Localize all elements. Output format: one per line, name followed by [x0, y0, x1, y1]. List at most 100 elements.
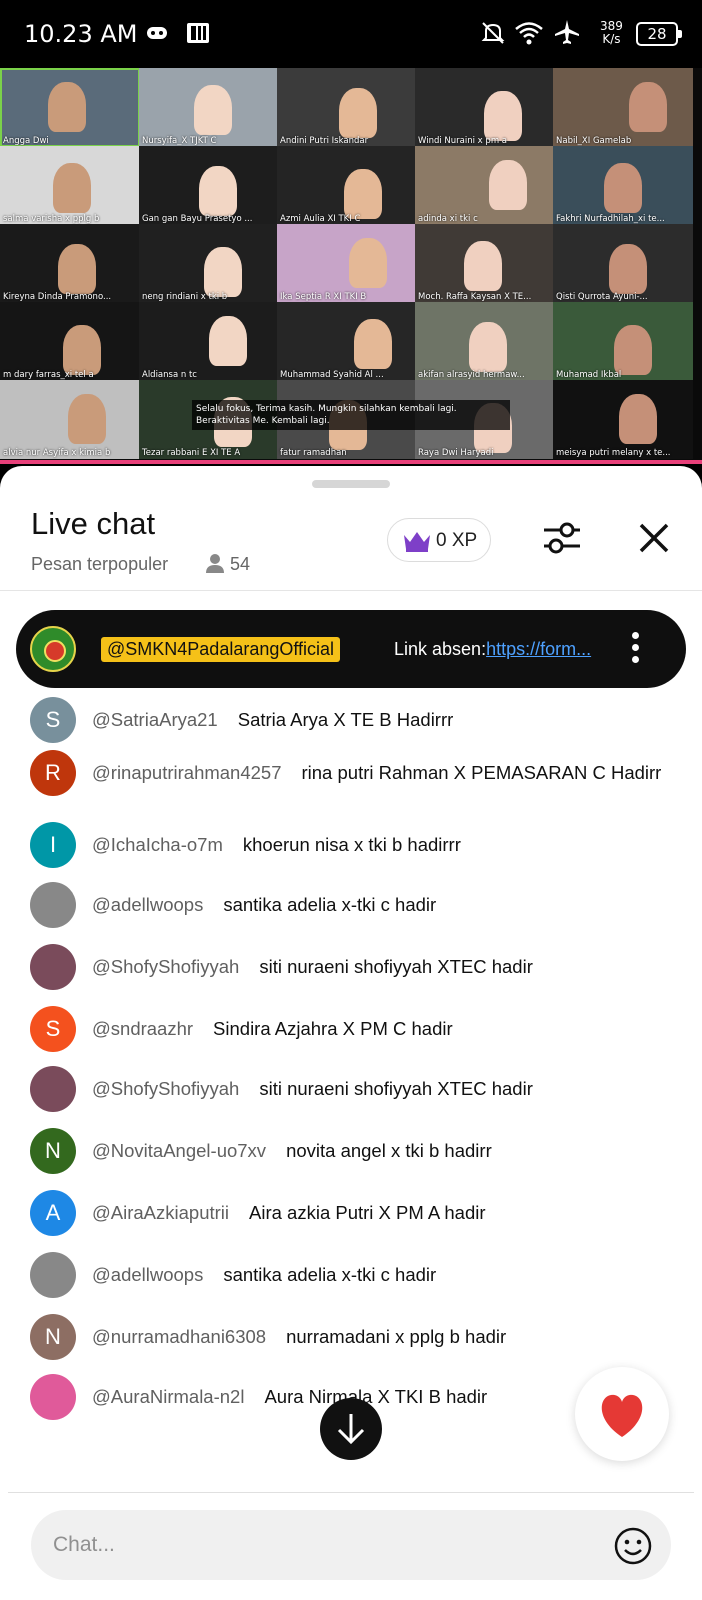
- participant-tile[interactable]: neng rindiani x tki b: [139, 224, 279, 303]
- participant-tile[interactable]: Andini Putri Iskandar: [277, 68, 417, 147]
- message-body: @AiraAzkiaputrii Aira azkia Putri X PM A …: [92, 1201, 682, 1224]
- participant-name: Muhammad Syahid Al ...: [280, 370, 384, 380]
- avatar[interactable]: [30, 1066, 76, 1112]
- participant-tile[interactable]: Kireyna Dinda Pramono...: [0, 224, 140, 303]
- message-text: novita angel x tki b hadirr: [286, 1140, 492, 1161]
- avatar[interactable]: [30, 1252, 76, 1298]
- participant-tile[interactable]: Nabil_XI Gamelab: [553, 68, 693, 147]
- viewer-count: 54: [230, 554, 251, 574]
- participant-tile[interactable]: Qisti Qurrota Ayuni-...: [553, 224, 693, 303]
- close-button[interactable]: [632, 516, 676, 560]
- pinned-link[interactable]: https://form...: [486, 639, 591, 659]
- filter-button[interactable]: [540, 516, 584, 560]
- participant-name: Moch. Raffa Kaysan X TE...: [418, 292, 532, 302]
- crown-icon: [402, 529, 432, 558]
- participant-name: Azmi Aulia XI TKI C: [280, 214, 361, 224]
- message-author[interactable]: @adellwoops: [92, 894, 203, 915]
- message-author[interactable]: @ShofyShofiyyah: [92, 956, 239, 977]
- message-author[interactable]: @AuraNirmala-n2l: [92, 1386, 244, 1407]
- avatar[interactable]: A: [30, 1190, 76, 1236]
- chat-mode-label[interactable]: Pesan terpopuler: [31, 554, 168, 575]
- scroll-to-bottom-button[interactable]: [320, 1398, 382, 1460]
- participant-tile[interactable]: m dary farras_xi tel a: [0, 302, 140, 381]
- participant-name: Ika Septia R XI TKI B: [280, 292, 367, 302]
- avatar[interactable]: S: [30, 697, 76, 743]
- avatar[interactable]: [30, 882, 76, 928]
- pinned-author[interactable]: @SMKN4PadalarangOfficial: [101, 637, 341, 662]
- xp-badge[interactable]: 0 XP: [387, 518, 491, 562]
- avatar[interactable]: [30, 1374, 76, 1420]
- participant-tile[interactable]: salma varisha x pplg b: [0, 146, 140, 225]
- participant-tile[interactable]: Angga Dwi: [0, 68, 140, 147]
- wifi-icon: [514, 20, 544, 52]
- participant-tile[interactable]: Fakhri Nurfadhilah_xi te...: [553, 146, 693, 225]
- message-author[interactable]: @nurramadhani6308: [92, 1326, 266, 1347]
- participant-name: salma varisha x pplg b: [3, 214, 100, 224]
- participant-name: Fakhri Nurfadhilah_xi te...: [556, 214, 665, 224]
- message-list[interactable]: @adellwoops santika adelia x-tki c hadir S…: [0, 652, 702, 1482]
- message-text: khoerun nisa x tki b hadirrr: [242, 834, 461, 855]
- message-text: santika adelia x-tki c hadir: [223, 1264, 437, 1285]
- speed-unit: K/s: [602, 32, 621, 46]
- participant-tile[interactable]: Moch. Raffa Kaysan X TE...: [415, 224, 555, 303]
- chat-input[interactable]: [53, 1528, 573, 1562]
- drag-handle[interactable]: [312, 480, 390, 488]
- message-body: @NovitaAngel-uo7xv novita angel x tki b h…: [92, 1139, 682, 1162]
- participant-tile[interactable]: Muhammad Syahid Al ...: [277, 302, 417, 381]
- message-body: @SatriaArya21 Satria Arya X TE B Hadirrr: [92, 708, 682, 731]
- participant-name: Tezar rabbani E XI TE A: [142, 448, 241, 458]
- avatar[interactable]: [30, 944, 76, 990]
- participant-video: [344, 169, 382, 219]
- participant-tile[interactable]: Azmi Aulia XI TKI C: [277, 146, 417, 225]
- participant-video: [58, 244, 96, 294]
- participant-tile[interactable]: adinda xi tki c: [415, 146, 555, 225]
- message-author[interactable]: @SatriaArya21: [92, 709, 218, 730]
- participant-tile[interactable]: alvia nur Asyifa x kimia b: [0, 380, 140, 459]
- emoji-icon[interactable]: [613, 1526, 653, 1566]
- message-author[interactable]: @rinaputrirahman4257: [92, 762, 282, 783]
- message-text: siti nuraeni shofiyyah XTEC hadir: [259, 956, 533, 977]
- participant-tile[interactable]: Aldiansa n tc: [139, 302, 279, 381]
- message-author[interactable]: @NovitaAngel-uo7xv: [92, 1140, 266, 1161]
- participant-tile[interactable]: Muhamad Ikbal: [553, 302, 693, 381]
- message-author[interactable]: @AiraAzkiaputrii: [92, 1202, 229, 1223]
- participant-tile[interactable]: meisya putri melany x te...: [553, 380, 693, 459]
- message-text: siti nuraeni shofiyyah XTEC hadir: [259, 1078, 533, 1099]
- message-author[interactable]: @sndraazhr: [92, 1018, 193, 1039]
- reaction-button[interactable]: [575, 1367, 669, 1461]
- person-icon: [204, 552, 226, 579]
- participant-name: akifan alrasyid hermaw...: [418, 370, 525, 380]
- pinned-message[interactable]: @SMKN4PadalarangOfficial Link absen:http…: [16, 610, 686, 688]
- participant-name: alvia nur Asyifa x kimia b: [3, 448, 111, 458]
- participant-video: [489, 160, 527, 210]
- participant-video: [464, 241, 502, 291]
- more-options-icon[interactable]: [630, 630, 640, 668]
- avatar[interactable]: R: [30, 750, 76, 796]
- video-progress-bar: [0, 460, 702, 464]
- airplane-icon: [553, 18, 581, 52]
- avatar[interactable]: N: [30, 1314, 76, 1360]
- participant-tile[interactable]: Gan gan Bayu Prasetyo ...: [139, 146, 279, 225]
- participant-tile[interactable]: Ika Septia R XI TKI B: [277, 224, 417, 303]
- chat-input-container[interactable]: [31, 1510, 671, 1580]
- avatar[interactable]: I: [30, 822, 76, 868]
- app-icon: [186, 22, 210, 50]
- video-grid[interactable]: Angga Dwi Nursyifa_X TJKT C Andini Putri I…: [0, 68, 702, 464]
- xp-value: 0 XP: [436, 530, 478, 551]
- participant-tile[interactable]: akifan alrasyid hermaw...: [415, 302, 555, 381]
- message-author[interactable]: @ShofyShofiyyah: [92, 1078, 239, 1099]
- participant-name: Andini Putri Iskandar: [280, 136, 369, 146]
- participant-name: Angga Dwi: [3, 136, 49, 146]
- message-author[interactable]: @IchaIcha-o7m: [92, 834, 223, 855]
- avatar[interactable]: S: [30, 1006, 76, 1052]
- avatar[interactable]: N: [30, 1128, 76, 1174]
- participant-name: meisya putri melany x te...: [556, 448, 671, 458]
- participant-tile[interactable]: Nursyifa_X TJKT C: [139, 68, 279, 147]
- sliders-icon: [540, 522, 584, 564]
- message-text: santika adelia x-tki c hadir: [223, 894, 437, 915]
- message-author[interactable]: @adellwoops: [92, 1264, 203, 1285]
- participant-tile[interactable]: Windi Nuraini x pm a: [415, 68, 555, 147]
- participant-video: [614, 325, 652, 375]
- participant-video: [63, 325, 101, 375]
- participant-name: Windi Nuraini x pm a: [418, 136, 508, 146]
